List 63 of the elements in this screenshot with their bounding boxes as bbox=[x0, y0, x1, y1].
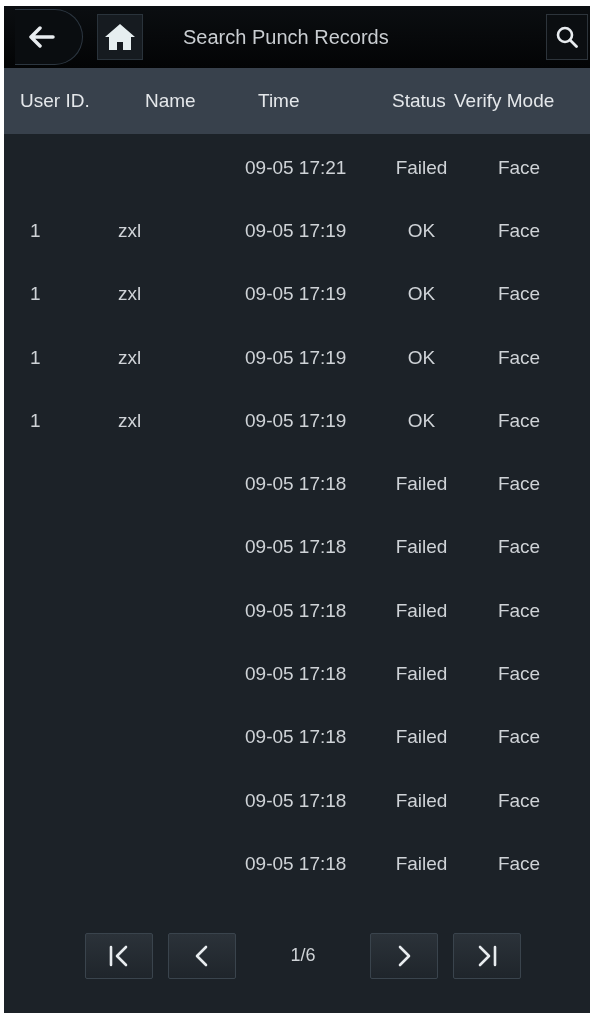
column-header: Name bbox=[145, 90, 197, 112]
table-cell: 09-05 17:19 bbox=[245, 346, 347, 369]
table-cell: Failed bbox=[395, 663, 448, 685]
column-header: Verify Mode bbox=[454, 90, 556, 112]
home-button[interactable] bbox=[97, 14, 143, 60]
page-indicator: 1/6 bbox=[290, 945, 316, 966]
table-cell: 09-05 17:21 bbox=[245, 156, 347, 179]
search-icon bbox=[556, 26, 578, 48]
table-cell: OK bbox=[407, 346, 436, 369]
chevron-right-bar-icon bbox=[476, 944, 498, 967]
table-cell: 09-05 17:18 bbox=[245, 726, 347, 749]
table-cell: Face bbox=[497, 536, 541, 559]
table-cell: Face bbox=[497, 283, 541, 306]
table-cell: Failed bbox=[395, 789, 448, 812]
table-cell: 09-05 17:19 bbox=[245, 283, 347, 306]
table-cell: Face bbox=[497, 219, 541, 242]
search-button[interactable] bbox=[546, 14, 588, 60]
table-cell-text: 1 bbox=[30, 283, 42, 306]
table-cell: Failed bbox=[395, 852, 448, 875]
table-cell: OK bbox=[407, 219, 436, 242]
first-page-button[interactable] bbox=[85, 932, 153, 979]
next-page-button[interactable] bbox=[370, 932, 438, 979]
table-cell: Face bbox=[497, 346, 541, 369]
home-icon bbox=[105, 24, 135, 50]
table-cell-text: zxl bbox=[118, 346, 143, 369]
table-cell-text: 1 bbox=[30, 409, 42, 432]
arrow-left-icon bbox=[29, 26, 55, 48]
bar-chevron-left-icon bbox=[108, 944, 130, 967]
table-cell: 09-05 17:18 bbox=[245, 789, 347, 812]
table-cell: Failed bbox=[395, 726, 448, 749]
table-cell: 09-05 17:18 bbox=[245, 473, 347, 496]
column-header: Time bbox=[258, 90, 301, 112]
table-cell: 09-05 17:18 bbox=[245, 663, 347, 685]
column-header: User ID. bbox=[20, 90, 91, 112]
table-cell: Face bbox=[497, 663, 541, 685]
table-cell: Face bbox=[497, 599, 541, 622]
table-cell: Face bbox=[497, 409, 541, 432]
table-cell: Face bbox=[497, 852, 541, 875]
table-cell: 09-05 17:18 bbox=[245, 599, 347, 622]
previous-page-button[interactable] bbox=[168, 932, 236, 979]
table-cell: OK bbox=[407, 283, 436, 306]
table-cell: 09-05 17:18 bbox=[245, 852, 347, 875]
table-cell-text: 1 bbox=[30, 219, 42, 242]
page-title: Search Punch Records bbox=[183, 25, 390, 49]
table-cell: Face bbox=[497, 726, 541, 749]
last-page-button[interactable] bbox=[453, 932, 521, 979]
back-button[interactable] bbox=[15, 9, 83, 65]
table-cell: Failed bbox=[395, 473, 448, 496]
table-cell: 09-05 17:18 bbox=[245, 536, 347, 559]
table-cell-text: zxl bbox=[118, 219, 143, 242]
table-cell-text: zxl bbox=[118, 283, 143, 306]
table-cell-text: zxl bbox=[118, 409, 143, 432]
table-cell-text: 1 bbox=[30, 346, 42, 369]
table-cell: Face bbox=[497, 789, 541, 812]
table-cell: Failed bbox=[395, 156, 448, 179]
column-header: Status bbox=[392, 90, 447, 112]
table-cell: 09-05 17:19 bbox=[245, 409, 347, 432]
table-cell: Failed bbox=[395, 536, 448, 559]
table-cell: 09-05 17:19 bbox=[245, 219, 347, 242]
table-cell: Face bbox=[497, 156, 541, 179]
table-cell: OK bbox=[407, 409, 436, 432]
table-cell: Failed bbox=[395, 599, 448, 622]
table-cell: Face bbox=[497, 473, 541, 496]
